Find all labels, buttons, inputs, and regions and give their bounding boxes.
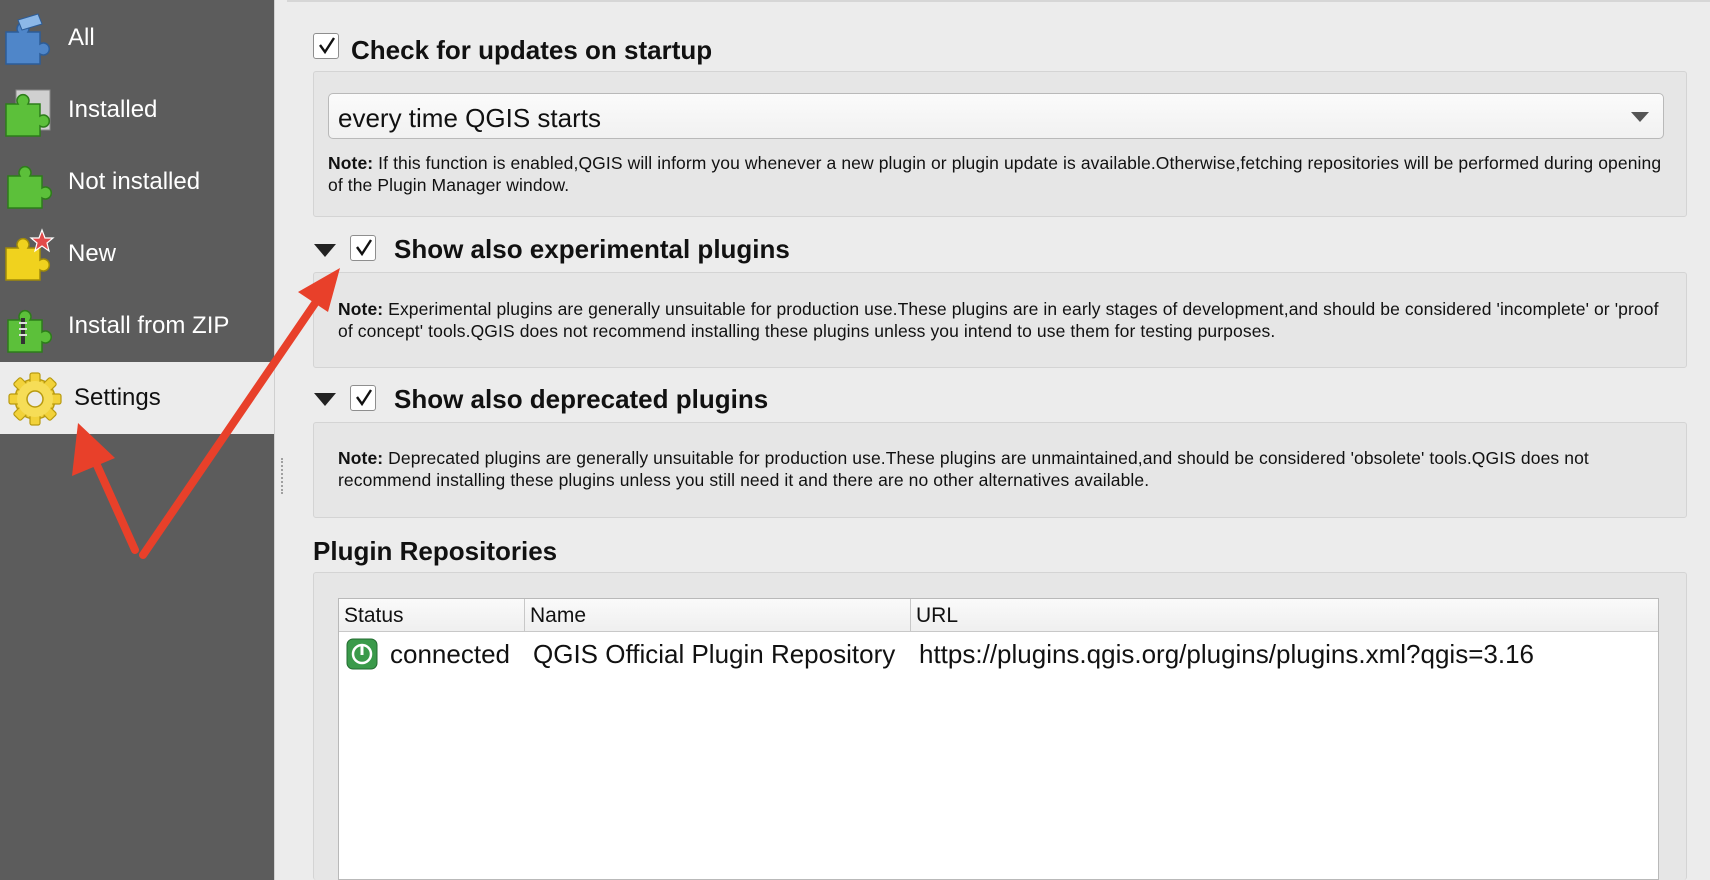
sidebar-item-label: All	[68, 24, 95, 51]
deprecated-note: Note: Deprecated plugins are generally u…	[338, 447, 1678, 491]
sidebar-item-label: Install from ZIP	[68, 312, 230, 339]
checkmark-icon	[319, 37, 336, 55]
column-header-name[interactable]: Name	[525, 599, 911, 632]
experimental-note: Note: Experimental plugins are generally…	[338, 298, 1678, 342]
sidebar-item-install-from-zip[interactable]: Install from ZIP	[0, 290, 274, 362]
sidebar-item-label: New	[68, 240, 117, 267]
collapse-deprecated-icon[interactable]	[314, 393, 336, 406]
puzzle-yellow-star-icon	[5, 228, 55, 281]
checkmark-icon	[356, 389, 373, 407]
column-header-url[interactable]: URL	[911, 599, 1658, 632]
table-row[interactable]: connected QGIS Official Plugin Repositor…	[339, 633, 1658, 675]
splitter[interactable]	[274, 0, 286, 880]
check-updates-label: Check for updates on startup	[351, 35, 713, 65]
sidebar-item-installed[interactable]: Installed	[0, 74, 274, 146]
puzzle-green-icon	[7, 166, 52, 209]
repositories-table: Status Name URL connected QGIS Official …	[338, 598, 1659, 880]
puzzle-green-installed-icon	[5, 89, 51, 137]
show-experimental-label: Show also experimental plugins	[394, 234, 790, 264]
puzzle-zip-icon	[7, 310, 52, 353]
sidebar-item-label: Installed	[68, 96, 158, 123]
sidebar-item-not-installed[interactable]: Not installed	[0, 146, 274, 218]
note-label: Note:	[338, 448, 384, 468]
chevron-down-icon	[1631, 112, 1649, 122]
column-header-status[interactable]: Status	[339, 599, 525, 632]
note-label: Note:	[328, 153, 374, 173]
check-updates-checkbox[interactable]	[313, 33, 339, 59]
show-experimental-checkbox[interactable]	[350, 235, 376, 261]
gear-icon	[8, 372, 62, 426]
update-frequency-select[interactable]: every time QGIS starts	[328, 93, 1664, 139]
sidebar-item-settings[interactable]: Settings	[0, 362, 274, 434]
note-text: Deprecated plugins are generally unsuita…	[338, 448, 1589, 490]
puzzle-blue-icon	[5, 13, 50, 65]
repo-status: connected	[390, 639, 510, 669]
note-text: If this function is enabled,QGIS will in…	[328, 153, 1662, 195]
sidebar-item-label: Not installed	[68, 168, 201, 195]
connected-status-icon	[346, 638, 378, 670]
divider	[287, 0, 1710, 2]
checkmark-icon	[356, 239, 373, 257]
note-label: Note:	[338, 299, 384, 319]
sidebar-item-label: Settings	[74, 384, 161, 411]
sidebar: All Installed Not installed New Install …	[0, 0, 274, 880]
repo-url: https://plugins.qgis.org/plugins/plugins…	[919, 639, 1534, 669]
repo-name: QGIS Official Plugin Repository	[533, 639, 896, 669]
show-deprecated-label: Show also deprecated plugins	[394, 384, 769, 414]
splitter-handle[interactable]	[281, 458, 283, 494]
check-updates-note: Note: If this function is enabled,QGIS w…	[328, 152, 1673, 196]
note-text: Experimental plugins are generally unsui…	[338, 299, 1659, 341]
collapse-experimental-icon[interactable]	[314, 244, 336, 257]
sidebar-item-all[interactable]: All	[0, 2, 274, 74]
plugin-repositories-title: Plugin Repositories	[313, 536, 558, 566]
update-frequency-value: every time QGIS starts	[338, 103, 601, 133]
show-deprecated-checkbox[interactable]	[350, 385, 376, 411]
sidebar-item-new[interactable]: New	[0, 218, 274, 290]
